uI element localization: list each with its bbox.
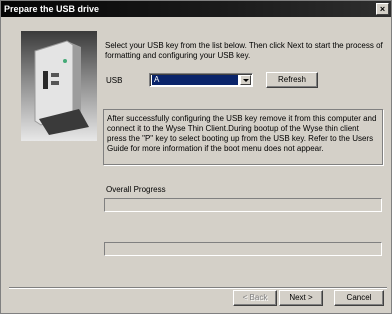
- usb-label: USB: [106, 76, 123, 85]
- close-icon: ×: [379, 4, 386, 14]
- window-title: Prepare the USB drive: [4, 4, 100, 14]
- overall-progress-bar: [104, 198, 382, 212]
- refresh-button[interactable]: Refresh: [266, 72, 318, 88]
- next-button[interactable]: Next >: [279, 290, 323, 306]
- usb-selected-value: A: [152, 75, 238, 85]
- dialog-body: Select your USB key from the list below.…: [3, 17, 390, 289]
- title-bar: Prepare the USB drive ×: [1, 1, 391, 17]
- instruction-text: Select your USB key from the list below.…: [105, 41, 383, 60]
- back-button-label: < Back: [242, 293, 268, 302]
- prepare-usb-dialog: Prepare the USB drive × Select your USB …: [0, 0, 392, 314]
- cancel-button[interactable]: Cancel: [334, 290, 384, 306]
- thin-client-device-image: [21, 31, 97, 141]
- close-button[interactable]: ×: [376, 3, 389, 15]
- overall-progress-label: Overall Progress: [106, 185, 166, 194]
- back-button[interactable]: < Back: [233, 290, 277, 306]
- usb-info-text: After successfully configuring the USB k…: [107, 114, 377, 153]
- usb-drive-select[interactable]: A: [149, 73, 253, 87]
- divider: [9, 287, 387, 289]
- chevron-down-icon[interactable]: [240, 75, 251, 85]
- usb-info-box: After successfully configuring the USB k…: [103, 109, 383, 165]
- current-progress-bar: [104, 242, 382, 256]
